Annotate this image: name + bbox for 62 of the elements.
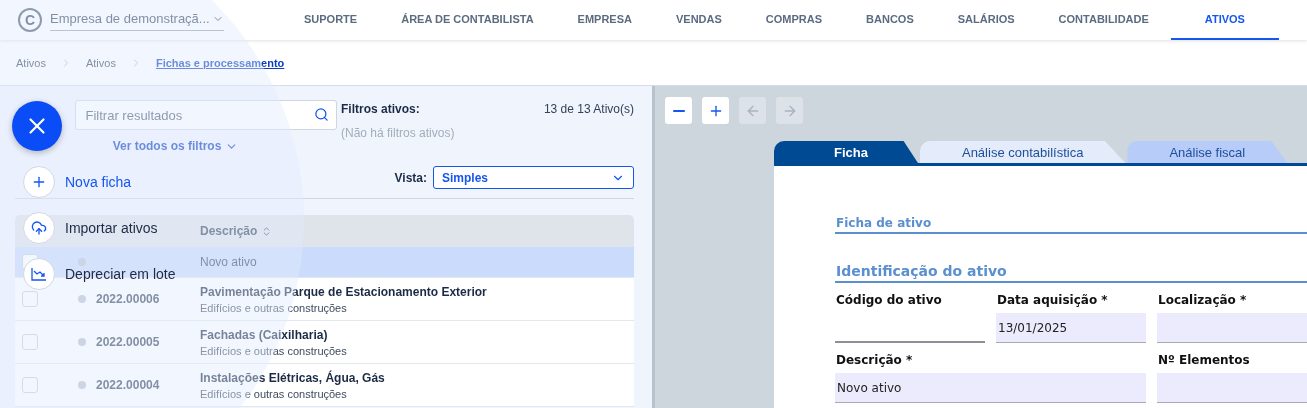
asset-code: 2022.00006 xyxy=(96,292,161,306)
asset-code: 2022.00005 xyxy=(96,335,161,349)
document-tab[interactable]: Análise fiscal xyxy=(1127,141,1288,163)
asset-description: Instalações Elétricas, Água, Gás xyxy=(200,370,386,385)
asset-description: Novo ativo xyxy=(200,255,258,269)
menu-action[interactable]: Importar ativos xyxy=(23,212,176,244)
breadcrumb-item[interactable]: Ativos xyxy=(16,56,46,69)
section-title: Identificação do ativo xyxy=(835,263,1307,283)
nav-tab[interactable]: ÁREA DE CONTABILISTA xyxy=(379,0,556,40)
document-tab[interactable]: Análise contabilística xyxy=(919,141,1126,163)
search-field[interactable]: Filtrar resultados xyxy=(74,100,337,130)
input-field[interactable] xyxy=(1157,373,1307,403)
zoom-out-button[interactable] xyxy=(665,97,692,124)
nav-tab[interactable]: ATIVOS xyxy=(1170,0,1279,40)
field-label: Descrição * xyxy=(835,353,914,367)
nav-tab[interactable]: VENDAS xyxy=(654,0,744,40)
company-select[interactable]: Empresa de demonstraçã... xyxy=(50,9,224,31)
checkbox[interactable] xyxy=(22,291,38,307)
checkbox[interactable] xyxy=(22,334,38,350)
input-field[interactable]: Novo ativo xyxy=(835,373,1146,403)
nav-tab[interactable]: COMPRAS xyxy=(743,0,845,40)
asset-category: Edifícios e outras construções xyxy=(200,387,348,400)
field-label: Código do ativo xyxy=(835,293,943,307)
menu-action[interactable]: Nova ficha xyxy=(23,166,176,198)
asset-description: Pavimentação Parque de Estacionamento Exterior xyxy=(200,284,488,299)
table-row[interactable]: 2022.00005 Fachadas (Caixilharia) Edifícios e outras construções xyxy=(15,321,634,364)
asset-category: Edifícios e outras construções xyxy=(200,344,348,357)
table-row[interactable]: 2022.00004 Instalações Elétricas, Água, Gás Edifícios e outras construções xyxy=(15,364,634,407)
breadcrumb-item[interactable]: Ativos xyxy=(85,56,116,69)
declining-chart-icon xyxy=(31,267,47,281)
zoom-in-button[interactable] xyxy=(702,97,729,124)
status-dot xyxy=(78,295,86,303)
minus-icon xyxy=(672,109,685,112)
asset-code: 2022.00004 xyxy=(96,378,161,392)
input-field[interactable]: 13/01/2025 xyxy=(996,313,1146,343)
cloud-upload-icon xyxy=(31,220,47,236)
nav-tab[interactable]: CONTABILIDADE xyxy=(1036,0,1171,40)
document-tab[interactable]: Ficha xyxy=(774,141,918,163)
filters-note: (Não há filtros ativos) xyxy=(341,126,456,140)
nav-tab[interactable]: EMPRESA xyxy=(555,0,654,40)
view-label: Vista: xyxy=(394,170,427,185)
all-filters-link[interactable]: Ver todos os filtros xyxy=(106,138,245,154)
asset-description: Fachadas (Caixilharia) xyxy=(200,327,329,342)
status-dot xyxy=(78,381,86,389)
input-field[interactable] xyxy=(1157,313,1307,343)
asset-category: Edifícios e outras construções xyxy=(200,301,348,314)
checkbox[interactable] xyxy=(22,377,38,393)
view-select[interactable]: Simples xyxy=(433,166,634,189)
filters-label: Filtros ativos: xyxy=(341,102,420,116)
nav-tab[interactable]: SALÁRIOS xyxy=(935,0,1037,40)
status-dot xyxy=(78,338,86,346)
company-logo: C xyxy=(18,8,42,32)
field-label: Nº Elementos xyxy=(1157,353,1251,367)
nav-tab[interactable]: BANCOS xyxy=(844,0,936,40)
field-label: Localização * xyxy=(1157,293,1248,307)
field-label: Data aquisição * xyxy=(996,293,1109,307)
breadcrumb-link[interactable]: Fichas e processamento xyxy=(155,56,285,69)
form-title: Ficha de ativo xyxy=(835,216,1307,234)
search-icon xyxy=(313,107,329,122)
result-count: 13 de 13 Ativo(s) xyxy=(543,102,634,116)
plus-icon xyxy=(31,174,47,190)
nav-tab[interactable]: SUPORTE xyxy=(282,0,380,40)
